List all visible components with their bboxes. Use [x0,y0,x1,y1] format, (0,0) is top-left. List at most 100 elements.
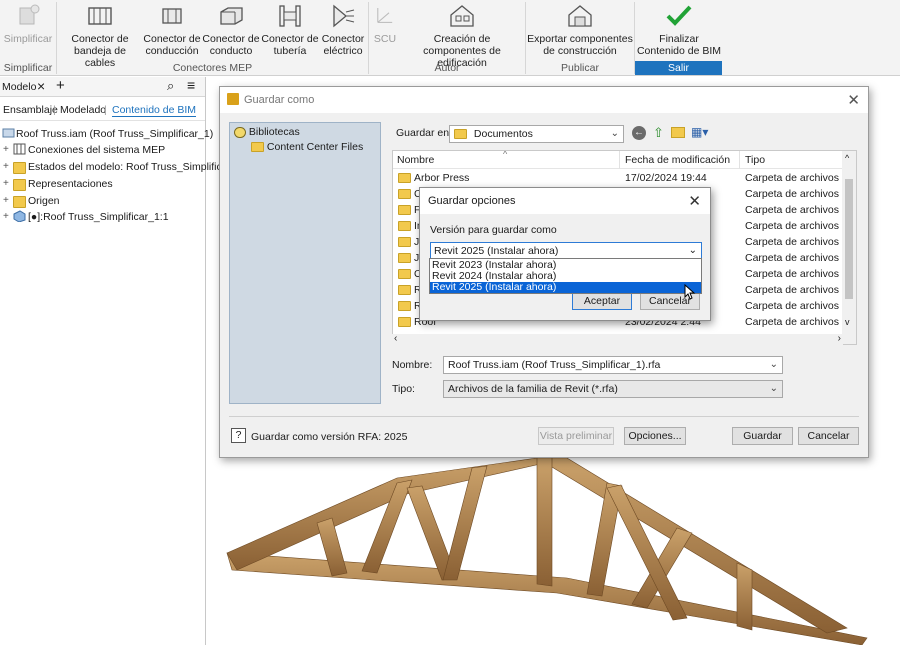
tree-item-label: Roof Truss.iam (Roof Truss_Simplificar_1… [16,128,214,140]
folder-icon [13,196,26,208]
file-name-field[interactable]: Roof Truss.iam (Roof Truss_Simplificar_1… [443,356,783,374]
file-type: Carpeta de archivos [745,204,839,216]
expand-icon[interactable]: + [3,196,12,206]
options-titlebar: Guardar opciones ✕ [420,188,710,214]
building-component-icon [450,5,474,27]
browser-subtabs: Ensamblaje | Modelado | Contenido de BIM [0,97,205,121]
column-divider[interactable] [739,151,740,169]
file-row[interactable]: Arbor Press 17/02/2024 19:44 Carpeta de ar… [393,170,843,186]
add-tab-icon[interactable]: + [56,77,65,94]
folder-icon [398,285,411,295]
close-icon[interactable]: ✕ [688,192,701,210]
content-center-item[interactable]: Content Center Files [251,141,363,153]
mep-icon [13,143,26,155]
chevron-down-icon: ⌄ [610,128,619,139]
help-icon[interactable]: ? [231,428,246,443]
accept-button[interactable]: Aceptar [572,292,632,310]
chevron-down-icon: ⌄ [688,245,697,256]
group-label-author: Autor [434,62,460,74]
folder-icon [398,205,411,215]
name-label: Nombre: [392,359,433,371]
horizontal-scrollbar[interactable]: ‹ › [392,333,843,346]
tree-item-label: Representaciones [28,178,113,190]
electrical-connector-button[interactable]: Conector eléctrico [320,2,366,57]
scroll-thumb[interactable] [845,179,853,299]
chevron-down-icon: ⌄ [769,359,778,370]
subtab-bim-content[interactable]: Contenido de BIM [112,104,197,117]
checkmark-icon [666,5,692,26]
view-menu-icon[interactable]: ▦▾ [691,125,708,139]
folder-icon [398,173,411,183]
save-button[interactable]: Guardar [732,427,793,445]
conduit-connector-button[interactable]: Conector de conducto [202,2,260,57]
cable-tray-connector-button[interactable]: Conector de bandeja de cables [58,2,142,69]
export-building-button[interactable]: Exportar componentes de construcción [527,2,633,57]
duct-connector-button[interactable]: Conector de conducción [143,2,201,57]
group-label-mep: Conectores MEP [172,62,253,74]
dialog-titlebar: Guardar como ✕ [220,87,868,113]
conduit-connector-icon [220,7,243,25]
truss-3d-view[interactable] [207,458,900,645]
group-label-exit: Salir [635,61,722,75]
file-type-select[interactable]: Archivos de la familia de Revit (*.rfa) … [443,380,783,398]
file-type: Carpeta de archivos [745,220,839,232]
scroll-right-icon[interactable]: › [838,333,841,344]
scroll-left-icon[interactable]: ‹ [394,333,397,344]
close-icon[interactable]: ✕ [847,91,860,109]
tab-model[interactable]: Modelo [2,81,36,93]
duct-connector-icon [162,8,182,24]
expand-icon[interactable]: + [3,162,12,172]
tree-item-label: Estados del modelo: Roof Truss_Simplific… [28,161,237,173]
file-type: Carpeta de archivos [745,300,839,312]
type-label: Tipo: [392,383,415,395]
assembly-icon [2,128,15,138]
search-icon[interactable]: ⌕ [167,78,174,94]
file-name: Arbor Press [414,172,470,184]
save-options-dialog: Guardar opciones ✕ Versión para guardar … [419,187,711,321]
ucs-button[interactable]: SCU [371,2,399,45]
col-date[interactable]: Fecha de modificación [625,154,730,166]
tree-item-label: [●]:Roof Truss_Simplificar_1:1 [28,211,169,223]
file-type: Carpeta de archivos [745,172,839,184]
vertical-scrollbar[interactable]: ^ v [842,151,856,344]
inventor-icon [227,93,239,105]
file-type: Carpeta de archivos [745,268,839,280]
back-icon[interactable]: ← [632,126,646,140]
sort-up-icon: ^ [503,150,508,159]
column-divider[interactable] [619,151,620,169]
menu-icon[interactable]: ≡ [187,77,195,93]
browser-tabbar: Modelo × + ⌕ ≡ [0,77,205,97]
close-tab-icon[interactable]: × [37,78,45,94]
expand-icon[interactable]: + [3,145,12,155]
group-label-simplify: Simplificar [3,62,53,74]
scroll-up-icon[interactable]: ^ [845,153,849,163]
preview-button[interactable]: Vista preliminar [538,427,614,445]
building-component-button[interactable]: Creación de componentes de edificación [401,2,523,69]
up-folder-icon[interactable]: ⇧ [653,125,664,141]
subtab-assembly[interactable]: Ensamblaje [3,104,58,116]
tree-item-label: Origen [28,195,60,207]
version-option-selected[interactable]: Revit 2025 (Instalar ahora) [430,282,701,293]
dialog-title: Guardar como [244,94,315,106]
new-folder-icon[interactable] [671,127,685,138]
col-name[interactable]: Nombre [397,154,434,166]
expand-icon[interactable]: + [3,179,12,189]
options-button[interactable]: Opciones... [624,427,686,445]
file-type: Carpeta de archivos [745,252,839,264]
finish-bim-button[interactable]: Finalizar Contenido de BIM [636,2,722,57]
cancel-button[interactable]: Cancelar [798,427,859,445]
folder-icon [251,142,264,153]
simplify-button[interactable]: Simplificar [2,2,54,45]
folder-icon [398,253,411,263]
folder-icon [398,317,411,327]
cable-tray-connector-icon [88,7,112,25]
subtab-modeling[interactable]: Modelado [60,104,106,116]
file-list-header: Nombre ^ Fecha de modificación Tipo [393,151,856,169]
scroll-down-icon[interactable]: v [845,317,850,327]
version-selected: Revit 2025 (Instalar ahora) [434,245,559,257]
libraries-item[interactable]: Bibliotecas [234,126,300,138]
save-in-combo[interactable]: Documentos ⌄ [449,125,624,143]
col-type[interactable]: Tipo [745,154,765,166]
pipe-connector-button[interactable]: Conector de tubería [261,2,319,57]
expand-icon[interactable]: + [3,212,12,222]
